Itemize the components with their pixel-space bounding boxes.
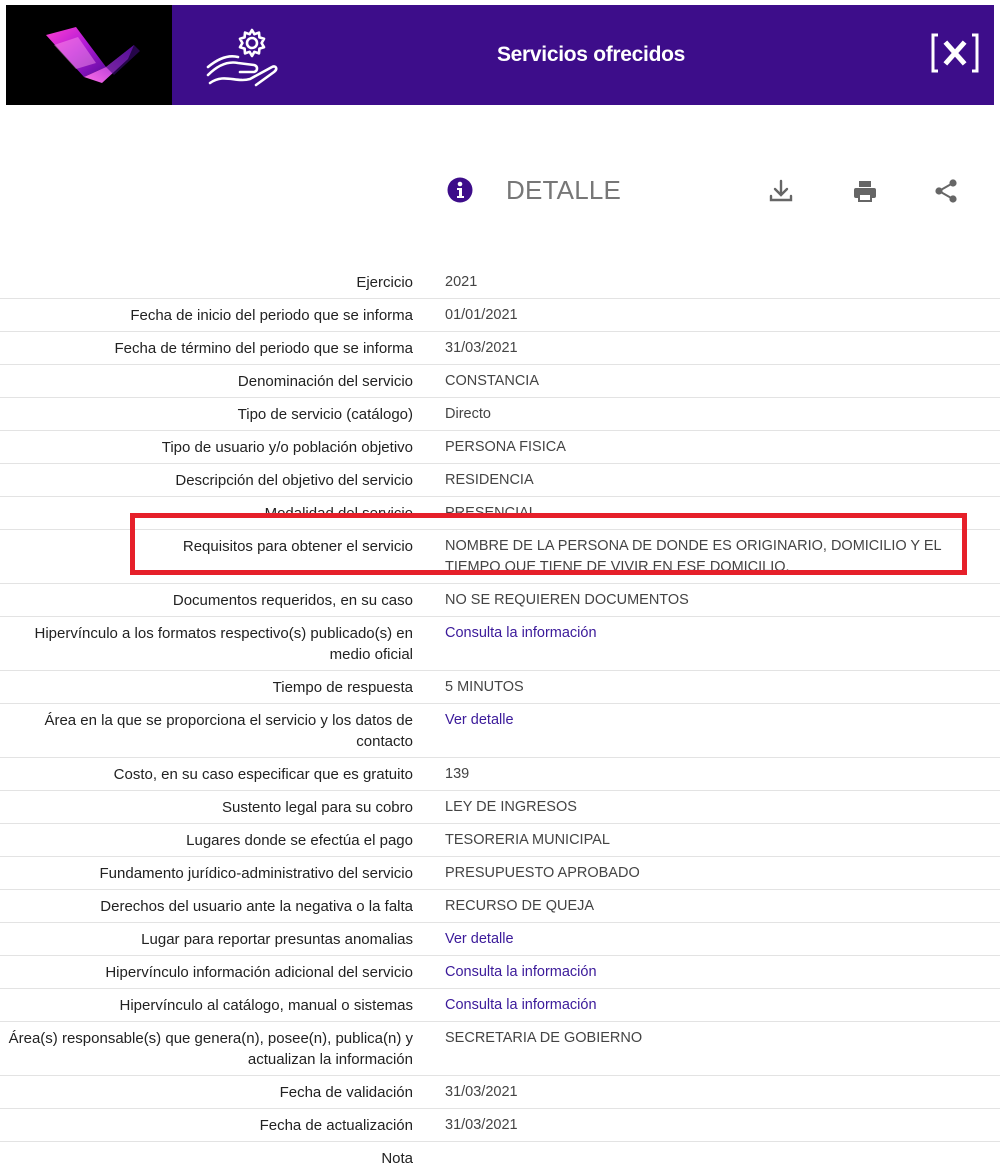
detail-row: Hipervínculo información adicional del s… — [0, 956, 1000, 989]
close-icon[interactable] — [930, 31, 980, 75]
detail-label: Requisitos para obtener el servicio — [182, 538, 413, 555]
detail-label: Fecha de término del periodo que se info… — [114, 340, 413, 357]
detail-row: Requisitos para obtener el servicio NOMBR… — [0, 530, 1000, 584]
detail-heading: DETALLE — [506, 175, 622, 205]
detail-link[interactable]: Ver detalle — [413, 923, 1000, 955]
detail-label: Ejercicio — [356, 274, 413, 291]
detail-label: Fecha de actualización — [259, 1117, 413, 1134]
detail-row: Documentos requeridos, en su caso NO SE R… — [0, 584, 1000, 617]
detail-row: Denominación del servicio CONSTANCIA — [0, 365, 1000, 398]
detail-row: Fecha de inicio del periodo que se infor… — [0, 299, 1000, 332]
share-button[interactable] — [932, 177, 960, 205]
detail-row: Costo, en su caso especificar que es gra… — [0, 758, 1000, 791]
detail-label: Fecha de validación — [279, 1084, 413, 1101]
detail-link[interactable]: Consulta la información — [413, 617, 1000, 670]
detail-value: CONSTANCIA — [445, 373, 539, 389]
detail-row: Fundamento jurídico-administrativo del s… — [0, 857, 1000, 890]
detail-label: Tiempo de respuesta — [272, 679, 413, 696]
detail-row: Hipervínculo al catálogo, manual o siste… — [0, 989, 1000, 1022]
detail-value: 31/03/2021 — [445, 1117, 518, 1133]
detail-link[interactable]: Consulta la información — [413, 956, 1000, 988]
detail-label: Fecha de inicio del periodo que se infor… — [130, 307, 413, 324]
detail-row: Sustento legal para su cobro LEY DE INGRE… — [0, 791, 1000, 824]
detail-label: Hipervínculo a los formatos respectivo(s… — [34, 625, 414, 663]
detail-label: Tipo de servicio (catálogo) — [237, 406, 413, 423]
detail-value: PRESENCIAL — [445, 505, 537, 521]
detail-label: Modalidad del servicio — [264, 505, 413, 522]
detail-row: Lugar para reportar presuntas anomalias V… — [0, 923, 1000, 956]
hand-gear-icon — [202, 23, 282, 87]
detail-label: Documentos requeridos, en su caso — [172, 592, 413, 609]
detail-row: Nota — [0, 1142, 1000, 1174]
detail-row: Fecha de actualización 31/03/2021 — [0, 1109, 1000, 1142]
detail-row: Descripción del objetivo del servicio RES… — [0, 464, 1000, 497]
detail-value — [413, 1142, 1000, 1174]
detail-label: Hipervínculo al catálogo, manual o siste… — [119, 997, 413, 1014]
detail-value: Directo — [445, 406, 491, 422]
detail-toolbar: DETALLE — [0, 160, 1000, 230]
detail-value: 01/01/2021 — [445, 307, 518, 323]
detail-label: Fundamento jurídico-administrativo del s… — [99, 865, 413, 882]
detail-list: Ejercicio 2021 Fecha de inicio del period… — [0, 266, 1000, 1174]
detail-row: Área en la que se proporciona el servici… — [0, 704, 1000, 758]
detail-label: Costo, en su caso especificar que es gra… — [113, 766, 413, 783]
printer-icon[interactable] — [851, 177, 879, 205]
header-bar: Servicios ofrecidos — [6, 5, 994, 105]
detail-row: Fecha de validación 31/03/2021 — [0, 1076, 1000, 1109]
detail-label: Área(s) responsable(s) que genera(n), po… — [8, 1030, 413, 1068]
print-button[interactable] — [851, 177, 879, 205]
detail-value: PRESUPUESTO APROBADO — [445, 865, 640, 881]
brand-logo — [6, 5, 172, 105]
share-icon[interactable] — [932, 177, 960, 205]
detail-row: Hipervínculo a los formatos respectivo(s… — [0, 617, 1000, 671]
detail-value: RESIDENCIA — [445, 472, 534, 488]
detail-row: Lugares donde se efectúa el pago TESORERI… — [0, 824, 1000, 857]
detail-label: Descripción del objetivo del servicio — [175, 472, 413, 489]
detail-value: 31/03/2021 — [445, 340, 518, 356]
detail-value: 5 MINUTOS — [445, 679, 524, 695]
detail-label: Lugares donde se efectúa el pago — [186, 832, 413, 849]
detail-value: NOMBRE DE LA PERSONA DE DONDE ES ORIGINA… — [445, 538, 942, 575]
detail-value: TESORERIA MUNICIPAL — [445, 832, 610, 848]
detail-label: Hipervínculo información adicional del s… — [105, 964, 413, 981]
info-icon — [447, 177, 473, 203]
detail-label: Área en la que se proporciona el servici… — [44, 712, 413, 750]
detail-label: Sustento legal para su cobro — [222, 799, 413, 816]
detail-label: Lugar para reportar presuntas anomalias — [141, 931, 413, 948]
detail-value: 31/03/2021 — [445, 1084, 518, 1100]
detail-value: NO SE REQUIEREN DOCUMENTOS — [445, 592, 689, 608]
detail-row: Tipo de servicio (catálogo) Directo — [0, 398, 1000, 431]
detail-value: 2021 — [445, 274, 478, 290]
detail-label: Tipo de usuario y/o población objetivo — [161, 439, 413, 456]
page-title: Servicios ofrecidos — [496, 43, 686, 66]
detail-label: Nota — [381, 1150, 413, 1167]
close-button[interactable] — [930, 31, 980, 75]
detail-row: Área(s) responsable(s) que genera(n), po… — [0, 1022, 1000, 1076]
detail-link[interactable]: Ver detalle — [413, 704, 1000, 757]
detail-row: Ejercicio 2021 — [0, 266, 1000, 299]
detail-row: Fecha de término del periodo que se info… — [0, 332, 1000, 365]
detail-link[interactable]: Consulta la información — [413, 989, 1000, 1021]
detail-value: 139 — [445, 766, 470, 782]
detail-value: LEY DE INGRESOS — [445, 799, 577, 815]
detail-row: Derechos del usuario ante la negativa o … — [0, 890, 1000, 923]
detail-row: Tiempo de respuesta 5 MINUTOS — [0, 671, 1000, 704]
detail-label: Denominación del servicio — [237, 373, 413, 390]
detail-value: PERSONA FISICA — [445, 439, 566, 455]
detail-row: Tipo de usuario y/o población objetivo PE… — [0, 431, 1000, 464]
download-button[interactable] — [767, 177, 795, 205]
detail-value: RECURSO DE QUEJA — [445, 898, 595, 914]
detail-label: Derechos del usuario ante la negativa o … — [100, 898, 413, 915]
detail-row: Modalidad del servicio PRESENCIAL — [0, 497, 1000, 530]
detail-value: SECRETARIA DE GOBIERNO — [445, 1030, 643, 1046]
download-icon[interactable] — [767, 177, 795, 205]
